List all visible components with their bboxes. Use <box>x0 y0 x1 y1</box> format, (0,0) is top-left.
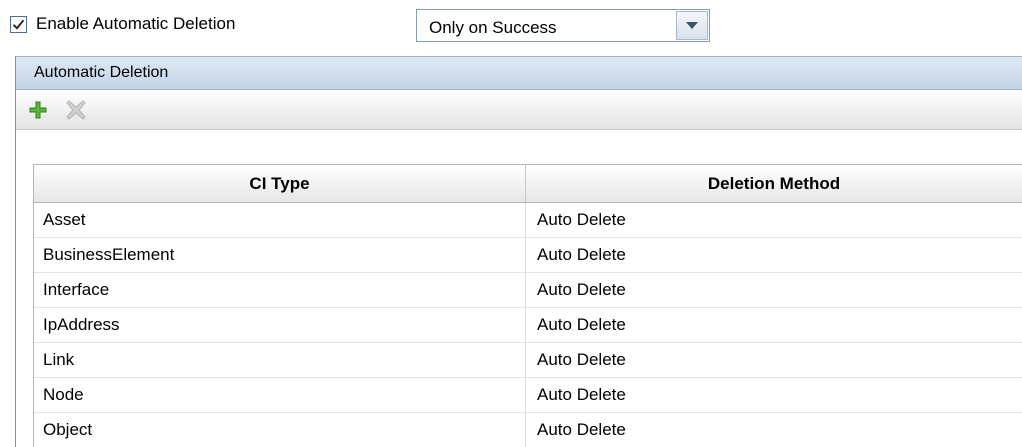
chevron-down-icon <box>686 21 698 29</box>
automatic-deletion-settings: Enable Automatic Deletion Only on Succes… <box>0 0 1022 447</box>
ci-type-cell: Asset <box>34 203 526 237</box>
column-header-deletion-method[interactable]: Deletion Method <box>526 165 1022 202</box>
ci-type-cell: Interface <box>34 273 526 307</box>
ci-type-cell: Link <box>34 343 526 377</box>
panel-title: Automatic Deletion <box>16 57 1022 90</box>
table-row[interactable]: Object Auto Delete <box>34 413 1022 447</box>
column-header-ci-type[interactable]: CI Type <box>34 165 526 202</box>
checkmark-icon <box>12 19 25 30</box>
add-button[interactable] <box>26 98 50 122</box>
table-row[interactable]: BusinessElement Auto Delete <box>34 238 1022 273</box>
ci-type-cell: IpAddress <box>34 308 526 342</box>
dropdown-arrow-button[interactable] <box>676 11 708 40</box>
table-row[interactable]: Asset Auto Delete <box>34 203 1022 238</box>
table-row[interactable]: IpAddress Auto Delete <box>34 308 1022 343</box>
table-row[interactable]: Link Auto Delete <box>34 343 1022 378</box>
ci-type-cell: Node <box>34 378 526 412</box>
deletion-method-cell: Auto Delete <box>537 350 626 369</box>
ci-type-cell: Object <box>34 413 526 447</box>
enable-automatic-deletion-checkbox[interactable] <box>10 15 27 33</box>
deletion-method-cell: Auto Delete <box>537 280 626 299</box>
deletion-method-cell: Auto Delete <box>537 245 626 264</box>
ci-type-cell: BusinessElement <box>34 238 526 272</box>
deletion-method-cell: Auto Delete <box>537 315 626 334</box>
table-row[interactable]: Node Auto Delete <box>34 378 1022 413</box>
table-row[interactable]: Interface Auto Delete <box>34 273 1022 308</box>
panel-toolbar <box>16 90 1022 130</box>
deletion-method-cell: Auto Delete <box>537 385 626 404</box>
delete-button[interactable] <box>64 98 88 122</box>
enable-automatic-deletion-label: Enable Automatic Deletion <box>36 14 236 33</box>
deletion-method-cell: Auto Delete <box>537 210 626 229</box>
deletion-rules-table: CI Type Deletion Method Asset Auto Delet… <box>33 164 1022 447</box>
deletion-condition-selected-value: Only on Success <box>429 18 557 37</box>
delete-icon <box>66 99 86 120</box>
enable-automatic-deletion-option[interactable]: Enable Automatic Deletion <box>10 8 235 40</box>
automatic-deletion-panel: Automatic Deletion CI Type Deletion Meth… <box>15 56 1022 447</box>
deletion-condition-dropdown[interactable]: Only on Success <box>416 9 710 42</box>
table-header-row: CI Type Deletion Method <box>34 165 1022 203</box>
deletion-method-cell: Auto Delete <box>537 420 626 439</box>
add-icon <box>29 101 47 118</box>
